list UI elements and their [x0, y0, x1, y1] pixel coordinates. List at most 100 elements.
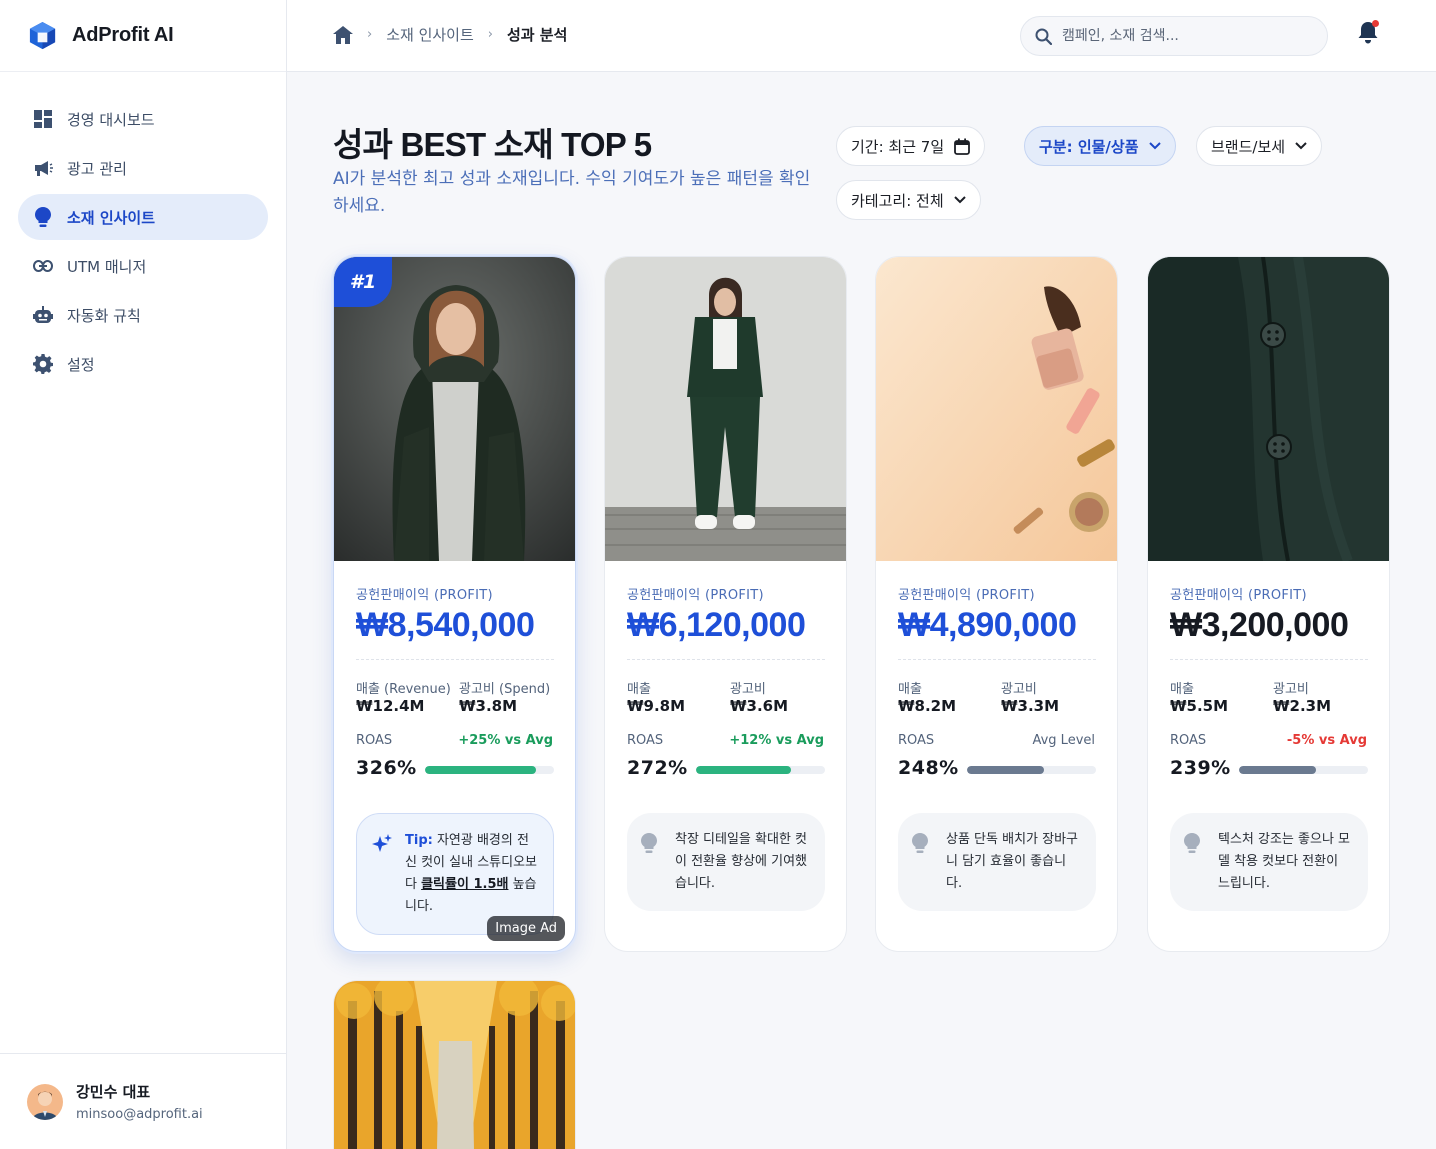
sidebar-item-utm[interactable]: UTM 매니저 [18, 243, 268, 289]
category-filter[interactable]: 카테고리: 전체 [836, 180, 981, 220]
roas-bar-fill [1239, 766, 1317, 774]
brand-filter[interactable]: 브랜드/보세 [1196, 126, 1323, 166]
roas-value: 326% [356, 757, 417, 779]
category-filter-label: 카테고리: 전체 [851, 191, 944, 210]
creative-image[interactable] [1148, 257, 1389, 561]
lightbulb-icon [641, 833, 663, 855]
revenue-value: ₩9.8M [627, 697, 686, 715]
chevron-down-icon [1148, 142, 1161, 150]
spend-value: ₩3.6M [730, 697, 789, 715]
brand-filter-label: 브랜드/보세 [1211, 137, 1286, 156]
brand[interactable]: AdProfit AI [0, 0, 286, 72]
roas-label: ROAS [627, 733, 664, 748]
profit-label: 공헌판매이익 (PROFIT) [1170, 588, 1307, 603]
profit-value: ₩8,540,000 [356, 606, 535, 644]
spend-value: ₩3.3M [1001, 697, 1060, 715]
lightbulb-icon [32, 206, 54, 228]
roas-value: 239% [1170, 757, 1231, 779]
sidebar-item-automation[interactable]: 자동화 규칙 [18, 292, 268, 338]
chevron-down-icon [1295, 142, 1307, 150]
spend-label: 광고비 [1001, 682, 1037, 697]
creative-image[interactable] [334, 981, 575, 1149]
sidebar-nav: 경영 대시보드 광고 관리 소재 인사이트 UTM 매니저 자동화 규칙 설정 [0, 72, 286, 387]
profile-email: minsoo@adprofit.ai [76, 1107, 203, 1122]
roas-bar [967, 766, 1096, 774]
sidebar-item-settings[interactable]: 설정 [18, 341, 268, 387]
breadcrumb-current: 성과 분석 [506, 26, 568, 44]
avatar [27, 1083, 63, 1120]
breadcrumb-section[interactable]: 소재 인사이트 [386, 24, 474, 45]
user-profile[interactable]: 강민수 대표 minsoo@adprofit.ai [0, 1053, 286, 1149]
roas-comparison: -5% vs Avg [1286, 733, 1367, 748]
roas-comparison: +25% vs Avg [458, 733, 553, 748]
spend-label: 광고비 [730, 682, 766, 697]
period-filter-label: 기간: 최근 7일 [851, 137, 945, 156]
divider [356, 659, 554, 660]
profit-label: 공헌판매이익 (PROFIT) [356, 588, 493, 603]
creative-card[interactable]: 공헌판매이익 (PROFIT) ₩6,120,000 매출 ₩9.8M 광고비 … [604, 256, 847, 952]
spend-value: ₩3.8M [459, 697, 518, 715]
creative-card[interactable] [333, 980, 576, 1149]
revenue-label: 매출 [1170, 682, 1194, 697]
roas-label: ROAS [1170, 733, 1207, 748]
profile-name: 강민수 대표 [76, 1083, 151, 1101]
tip-box: 상품 단독 배치가 장바구니 담기 효율이 좋습니다. [898, 813, 1096, 911]
sidebar-item-label: 자동화 규칙 [67, 306, 141, 325]
roas-value: 248% [898, 757, 959, 779]
breadcrumb: › 소재 인사이트 › 성과 분석 [333, 24, 567, 45]
divider [627, 659, 825, 660]
revenue-label: 매출 (Revenue) [356, 682, 451, 697]
tip-text: 착장 디테일을 확대한 컷이 전환율 향상에 기여했습니다. [675, 832, 807, 891]
profit-value: ₩3,200,000 [1170, 606, 1349, 644]
search-box[interactable] [1020, 16, 1328, 56]
rank-badge: #1 [334, 257, 392, 307]
creative-card[interactable]: #1 Image Ad 공헌판매이익 (PROFIT) ₩8,540,000 매… [333, 256, 576, 952]
dashboard-icon [32, 108, 54, 130]
gear-icon [32, 353, 54, 375]
search-input[interactable] [1062, 28, 1302, 44]
creative-card[interactable]: 공헌판매이익 (PROFIT) ₩4,890,000 매출 ₩8.2M 광고비 … [875, 256, 1118, 952]
calendar-icon [954, 138, 971, 155]
revenue-label: 매출 [898, 682, 922, 697]
creative-image[interactable] [876, 257, 1117, 561]
tip-highlight: 클릭률이 1.5배 [421, 877, 509, 892]
profit-label: 공헌판매이익 (PROFIT) [627, 588, 764, 603]
ad-type-tag: Image Ad [487, 916, 565, 941]
sidebar-item-dashboard[interactable]: 경영 대시보드 [18, 96, 268, 142]
notification-dot [1372, 20, 1379, 27]
roas-bar-fill [425, 766, 536, 774]
type-filter-label: 구분: 인물/상품 [1039, 137, 1139, 156]
tip-box: 착장 디테일을 확대한 컷이 전환율 향상에 기여했습니다. [627, 813, 825, 911]
roas-bar-fill [967, 766, 1045, 774]
roas-bar [696, 766, 825, 774]
app-name: AdProfit AI [72, 24, 174, 46]
sidebar-item-label: UTM 매니저 [67, 257, 147, 276]
roas-value: 272% [627, 757, 688, 779]
sidebar-item-ads[interactable]: 광고 관리 [18, 145, 268, 191]
sidebar-item-label: 설정 [67, 355, 95, 374]
cube-logo-icon [29, 21, 56, 50]
chevron-right-icon: › [487, 27, 493, 42]
search-icon [1035, 28, 1052, 45]
divider [898, 659, 1096, 660]
sidebar-item-label: 소재 인사이트 [67, 208, 156, 227]
home-icon[interactable] [333, 25, 353, 44]
revenue-value: ₩5.5M [1170, 697, 1229, 715]
page-subtitle: AI가 분석한 최고 성과 소재입니다. 수익 기여도가 높은 패턴을 확인하세… [333, 169, 811, 216]
sidebar-item-creative-insights[interactable]: 소재 인사이트 [18, 194, 268, 240]
notification-button[interactable] [1357, 20, 1381, 48]
tip-text: 텍스처 강조는 좋으나 모델 착용 컷보다 전환이 느립니다. [1218, 832, 1350, 891]
creative-card[interactable]: 공헌판매이익 (PROFIT) ₩3,200,000 매출 ₩5.5M 광고비 … [1147, 256, 1390, 952]
lightbulb-icon [1184, 833, 1206, 855]
lightbulb-icon [912, 833, 934, 855]
tip-text: 상품 단독 배치가 장바구니 담기 효율이 좋습니다. [946, 832, 1078, 891]
spend-value: ₩2.3M [1273, 697, 1332, 715]
roas-bar-fill [696, 766, 792, 774]
period-filter[interactable]: 기간: 최근 7일 [836, 126, 986, 166]
tip-box: 텍스처 강조는 좋으나 모델 착용 컷보다 전환이 느립니다. [1170, 813, 1368, 911]
link-icon [32, 255, 54, 277]
creative-image[interactable] [605, 257, 846, 561]
type-filter[interactable]: 구분: 인물/상품 [1024, 126, 1176, 166]
top-bar: › 소재 인사이트 › 성과 분석 [287, 0, 1436, 72]
megaphone-icon [32, 157, 54, 179]
